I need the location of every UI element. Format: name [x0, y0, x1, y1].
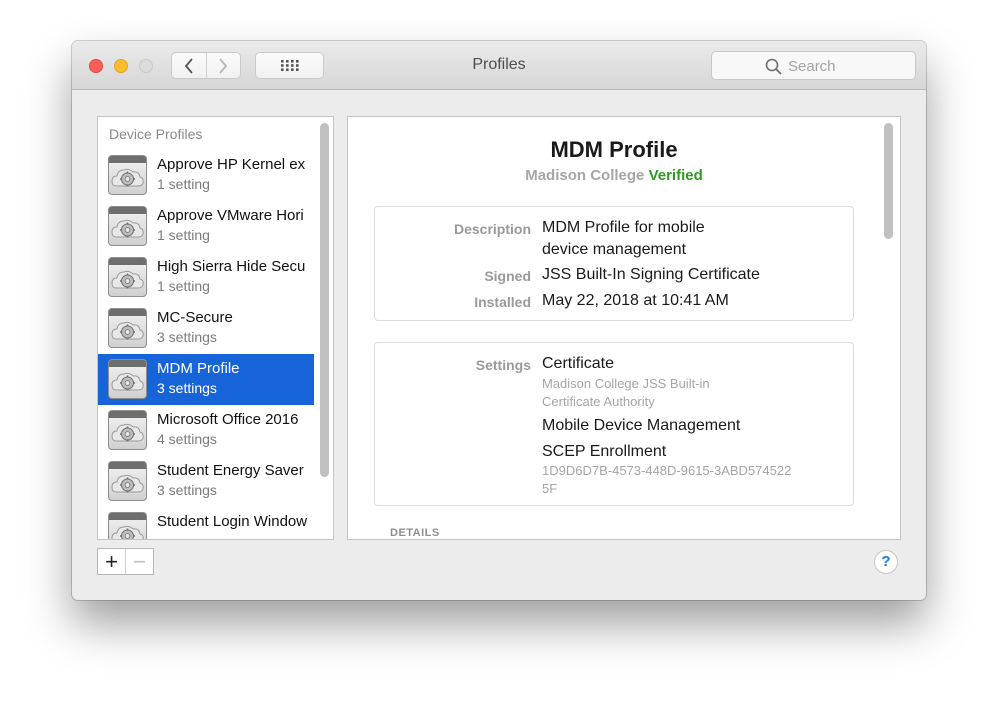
sidebar-item-profile[interactable]: Approve HP Kernel ex 1 setting [98, 150, 314, 201]
profile-gear-icon [108, 359, 147, 399]
sidebar-item-profile[interactable]: Student Energy Saver 3 settings [98, 456, 314, 507]
setting-certificate-detail-1: Madison College JSS Built-in [542, 376, 710, 391]
profile-title: MDM Profile [550, 137, 678, 162]
organization-name: Madison College [525, 167, 645, 184]
add-remove-buttons: + − [97, 548, 154, 575]
profile-detail-pane: MDM Profile Madison College Verified Des… [347, 116, 901, 540]
sidebar-item-profile[interactable]: Approve VMware Hori 1 setting [98, 201, 314, 252]
signed-label: Signed [484, 268, 531, 284]
installed-value: May 22, 2018 at 10:41 AM [542, 292, 729, 309]
profile-gear-icon [108, 206, 147, 246]
settings-card: Settings Certificate Madison College JSS… [374, 342, 854, 506]
sidebar-header: Device Profiles [109, 126, 203, 142]
profile-name: High Sierra Hide Secu [157, 258, 306, 275]
profile-gear-icon [108, 410, 147, 450]
profile-name: Approve VMware Hori [157, 207, 304, 224]
sidebar-item-profile[interactable]: High Sierra Hide Secu 1 setting [98, 252, 314, 303]
title-bar: Profiles Search [72, 41, 926, 90]
profile-name: Microsoft Office 2016 [157, 411, 299, 428]
details-heading: DETAILS [390, 527, 440, 539]
profile-settings-count: 1 setting [157, 176, 210, 192]
setting-certificate: Certificate [542, 355, 615, 372]
profile-name: MC-Secure [157, 309, 233, 326]
setting-mdm: Mobile Device Management [542, 417, 741, 434]
profile-settings-count: 1 setting [157, 278, 210, 294]
profile-settings-count: 3 settings [157, 380, 217, 396]
installed-label: Installed [474, 294, 531, 310]
setting-scep-detail-2: 5F [542, 481, 558, 496]
profile-settings-count: 3 settings [157, 482, 217, 498]
sidebar-item-profile[interactable]: Microsoft Office 2016 4 settings [98, 405, 314, 456]
profile-name: MDM Profile [157, 360, 240, 377]
signed-value: JSS Built-In Signing Certificate [542, 266, 760, 283]
profile-settings-count: 4 settings [157, 431, 217, 447]
search-field[interactable]: Search [711, 51, 916, 80]
preferences-window: Profiles Search Device Profiles Approve … [72, 41, 926, 600]
setting-certificate-detail-2: Certificate Authority [542, 394, 655, 409]
sidebar-item-profile[interactable]: Student Login Window [98, 507, 314, 539]
description-label: Description [453, 221, 531, 237]
setting-scep: SCEP Enrollment [542, 443, 667, 460]
add-profile-button[interactable]: + [98, 549, 125, 574]
profile-gear-icon [108, 461, 147, 501]
profile-name: Student Energy Saver [157, 462, 304, 479]
description-line-1: MDM Profile for mobile [542, 219, 705, 236]
profile-organization: Madison College Verified [348, 167, 880, 184]
profile-settings-count: 3 settings [157, 329, 217, 345]
sidebar-item-profile[interactable]: MDM Profile 3 settings [98, 354, 314, 405]
description-line-2: device management [542, 241, 687, 258]
profile-gear-icon [108, 257, 147, 297]
settings-label: Settings [475, 357, 531, 373]
profiles-sidebar: Device Profiles Approve HP Kernel ex 1 se… [97, 116, 334, 540]
setting-scep-detail-1: 1D9D6D7B-4573-448D-9615-3ABD574522 [542, 463, 792, 478]
help-icon: ? [881, 553, 891, 570]
search-placeholder: Search [788, 58, 836, 75]
profile-gear-icon [108, 308, 147, 348]
verified-badge: Verified [648, 167, 703, 184]
profile-gear-icon [108, 512, 147, 539]
sidebar-item-profile[interactable]: MC-Secure 3 settings [98, 303, 314, 354]
detail-scrollbar[interactable] [884, 123, 893, 239]
sidebar-scrollbar[interactable] [320, 123, 329, 477]
profile-name: Student Login Window [157, 513, 308, 530]
help-button[interactable]: ? [874, 550, 898, 574]
profile-gear-icon [108, 155, 147, 195]
search-icon [765, 58, 782, 75]
profile-name: Approve HP Kernel ex [157, 156, 306, 173]
remove-profile-button[interactable]: − [125, 549, 153, 574]
profile-info-card: Description MDM Profile for mobile devic… [374, 206, 854, 321]
profile-settings-count: 1 setting [157, 227, 210, 243]
